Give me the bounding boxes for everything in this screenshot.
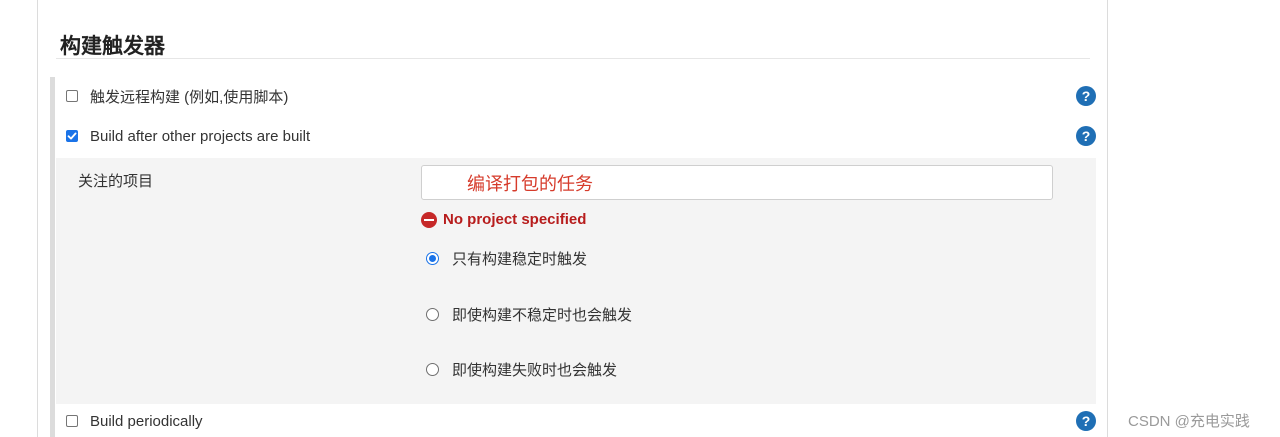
trigger-condition-failed[interactable]: 即使构建失败时也会触发 bbox=[426, 359, 617, 380]
help-icon[interactable]: ? bbox=[1076, 411, 1096, 431]
watched-projects-label: 关注的项目 bbox=[78, 173, 154, 190]
trigger-build-periodically-checkbox[interactable] bbox=[66, 415, 78, 427]
trigger-build-periodically[interactable]: Build periodically bbox=[66, 410, 203, 432]
section-divider bbox=[56, 58, 1090, 59]
trigger-condition-stable-label: 只有构建稳定时触发 bbox=[452, 251, 588, 268]
watched-projects-error: No project specified bbox=[421, 211, 586, 228]
trigger-remote-build-label: 触发远程构建 (例如,使用脚本) bbox=[90, 88, 289, 106]
section-indent-bar bbox=[50, 77, 55, 437]
trigger-condition-unstable[interactable]: 即使构建不稳定时也会触发 bbox=[426, 304, 632, 325]
error-icon bbox=[421, 211, 437, 228]
trigger-condition-failed-radio[interactable] bbox=[426, 363, 439, 376]
watched-projects-input[interactable] bbox=[421, 165, 1053, 200]
help-icon[interactable]: ? bbox=[1076, 126, 1096, 146]
trigger-build-after-other[interactable]: Build after other projects are built bbox=[66, 125, 310, 147]
trigger-remote-build[interactable]: 触发远程构建 (例如,使用脚本) bbox=[66, 85, 288, 107]
error-message: No project specified bbox=[443, 211, 587, 228]
watermark: CSDN @充电实践 bbox=[1128, 413, 1250, 430]
content-right-border bbox=[1107, 0, 1108, 437]
trigger-condition-stable-radio[interactable] bbox=[426, 252, 439, 265]
help-icon[interactable]: ? bbox=[1076, 86, 1096, 106]
section-title: 构建触发器 bbox=[60, 35, 165, 58]
trigger-condition-unstable-label: 即使构建不稳定时也会触发 bbox=[452, 307, 633, 324]
trigger-condition-failed-label: 即使构建失败时也会触发 bbox=[452, 362, 618, 379]
trigger-build-after-other-checkbox[interactable] bbox=[66, 130, 78, 142]
trigger-remote-build-checkbox[interactable] bbox=[66, 90, 78, 102]
checkmark-icon bbox=[67, 132, 77, 140]
trigger-condition-unstable-radio[interactable] bbox=[426, 308, 439, 321]
trigger-build-after-other-label: Build after other projects are built bbox=[90, 127, 311, 145]
trigger-condition-stable[interactable]: 只有构建稳定时触发 bbox=[426, 248, 587, 269]
content-left-border bbox=[37, 0, 38, 437]
trigger-build-periodically-label: Build periodically bbox=[90, 412, 203, 430]
